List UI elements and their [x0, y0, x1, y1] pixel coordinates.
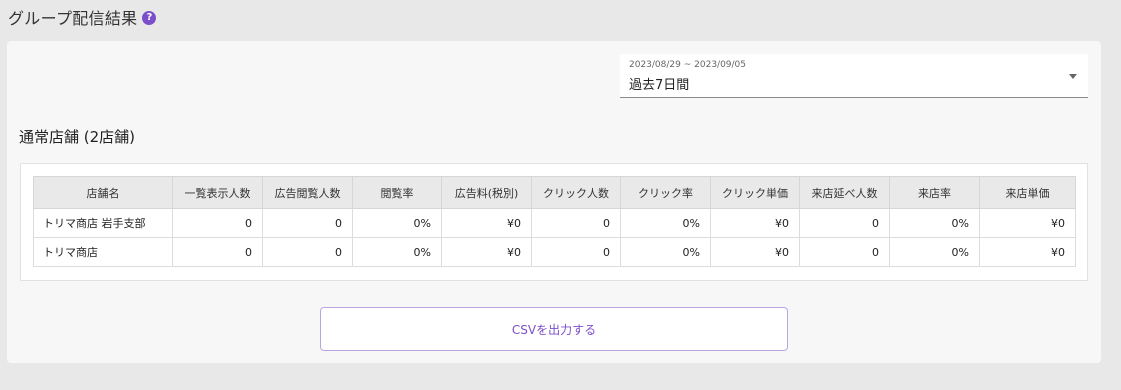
table-cell: 0: [531, 237, 621, 267]
table-cell: ¥0: [710, 208, 800, 238]
csv-export-button[interactable]: CSVを出力する: [320, 307, 788, 351]
table-cell: ¥0: [979, 237, 1076, 267]
header-cell: 一覧表示人数: [172, 176, 263, 209]
section-title: 通常店舗 (2店舗): [19, 128, 136, 146]
table-cell: 0%: [352, 237, 442, 267]
results-card: 2023/08/29 ~ 2023/09/05 過去7日間 通常店舗 (2店舗): [7, 41, 1101, 363]
table-row: トリマ商店 岩手支部 0 0 0% ¥0 0 0% ¥0 0 0% ¥0: [33, 208, 1076, 238]
header-cell: 来店率: [889, 176, 980, 209]
header-cell: クリック単価: [710, 176, 800, 209]
header-cell: 閲覧率: [352, 176, 442, 209]
header-cell: クリック人数: [531, 176, 621, 209]
results-table: 店舗名 一覧表示人数 広告閲覧人数 閲覧率 広告料(税別) クリック人数 クリッ…: [33, 176, 1076, 267]
table-container: 店舗名 一覧表示人数 広告閲覧人数 閲覧率 広告料(税別) クリック人数 クリッ…: [20, 163, 1088, 281]
store-name-cell: トリマ商店: [33, 237, 173, 267]
store-name-cell: トリマ商店 岩手支部: [33, 208, 173, 238]
table-cell: ¥0: [441, 208, 532, 238]
page-title: グループ配信結果: [8, 9, 138, 28]
table-cell: 0: [262, 208, 353, 238]
table-cell: 0%: [889, 208, 980, 238]
table-cell: 0: [172, 237, 263, 267]
header-cell: 来店延べ人数: [799, 176, 890, 209]
table-cell: 0%: [620, 237, 711, 267]
date-range-value: 過去7日間: [629, 78, 690, 93]
table-cell: ¥0: [979, 208, 1076, 238]
header-cell: クリック率: [620, 176, 711, 209]
table-cell: ¥0: [710, 237, 800, 267]
date-range-label: 2023/08/29 ~ 2023/09/05: [629, 60, 747, 70]
table-cell: ¥0: [441, 237, 532, 267]
table-cell: 0: [799, 208, 890, 238]
table-row: トリマ商店 0 0 0% ¥0 0 0% ¥0 0 0% ¥0: [33, 237, 1076, 267]
table-cell: 0%: [889, 237, 980, 267]
header-cell: 広告料(税別): [441, 176, 532, 209]
page-header: グループ配信結果 ?: [8, 5, 157, 29]
header-cell: 来店単価: [979, 176, 1076, 209]
table-header-row: 店舗名 一覧表示人数 広告閲覧人数 閲覧率 広告料(税別) クリック人数 クリッ…: [33, 176, 1076, 209]
table-cell: 0: [531, 208, 621, 238]
table-cell: 0%: [620, 208, 711, 238]
date-range-select[interactable]: 2023/08/29 ~ 2023/09/05 過去7日間: [620, 54, 1088, 98]
help-icon[interactable]: ?: [142, 11, 157, 25]
table-cell: 0%: [352, 208, 442, 238]
header-cell: 広告閲覧人数: [262, 176, 353, 209]
header-cell: 店舗名: [33, 176, 173, 209]
table-cell: 0: [262, 237, 353, 267]
table-cell: 0: [799, 237, 890, 267]
dropdown-arrow-icon[interactable]: [1069, 74, 1077, 79]
table-cell: 0: [172, 208, 263, 238]
